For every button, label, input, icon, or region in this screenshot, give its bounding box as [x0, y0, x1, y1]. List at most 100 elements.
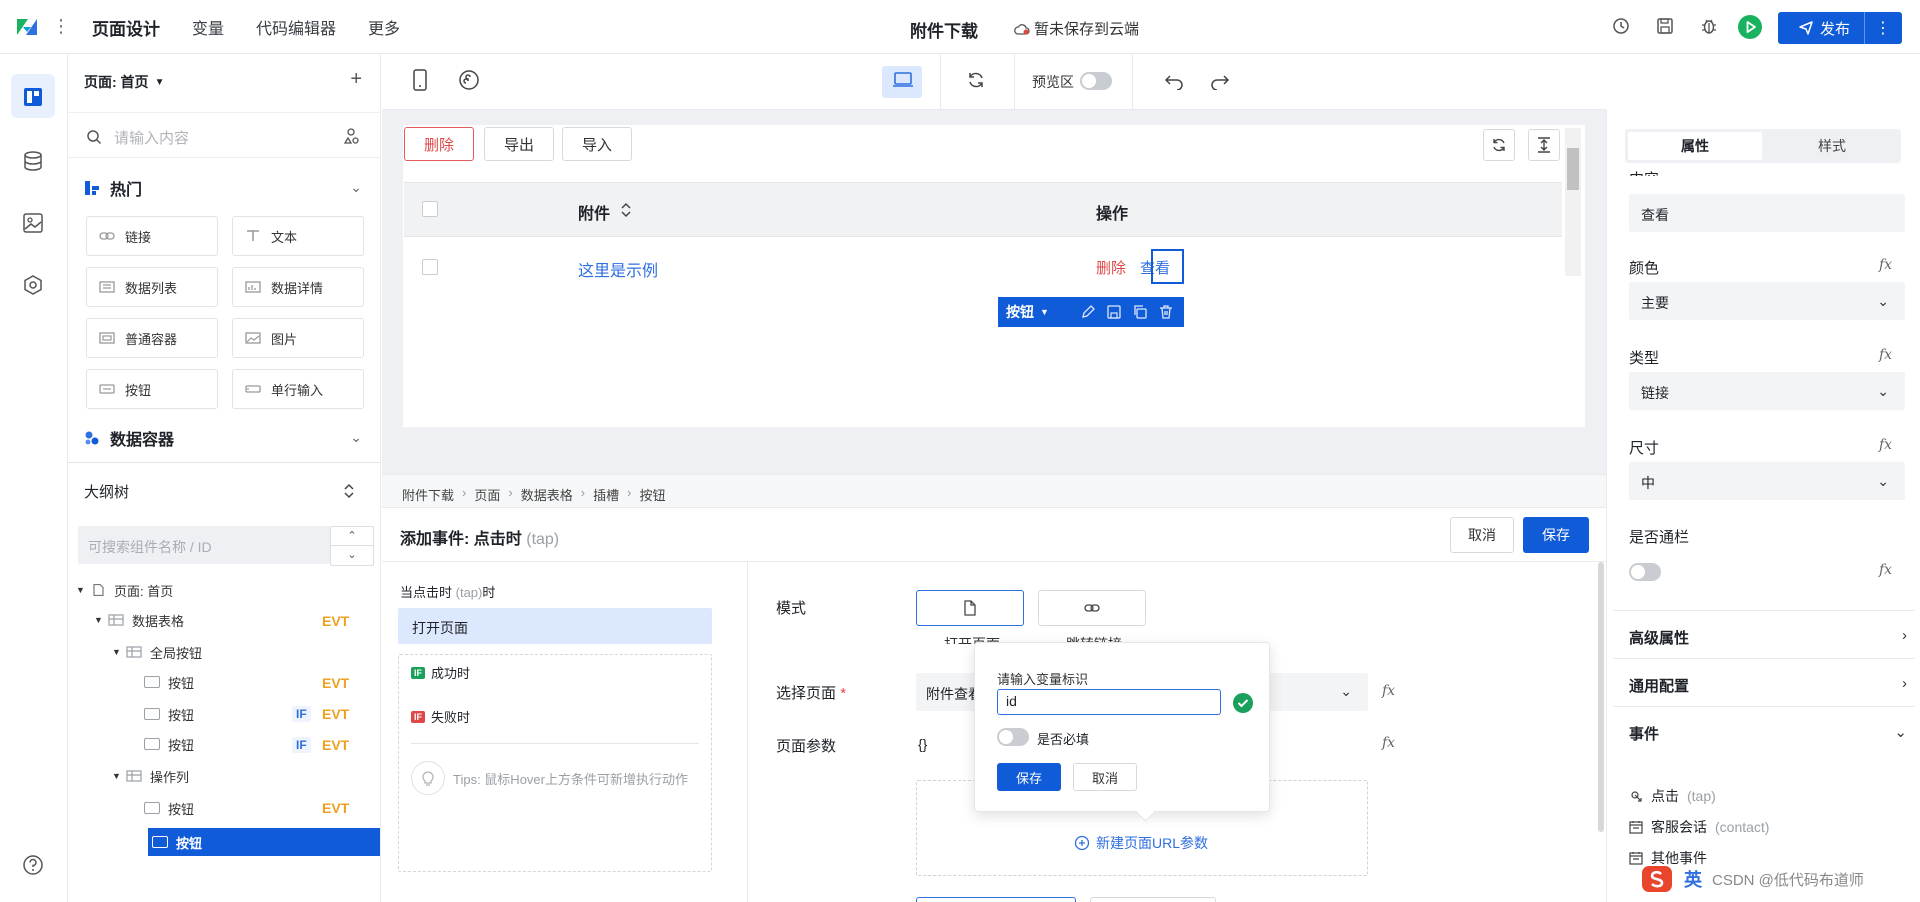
data-container-section-header[interactable]: 数据容器	[84, 426, 174, 450]
history-icon[interactable]	[1612, 17, 1630, 35]
run-preview-button[interactable]	[1738, 15, 1762, 39]
database-icon[interactable]	[22, 150, 44, 172]
edit-pencil-icon[interactable]	[1080, 304, 1096, 320]
size-select[interactable]: 中 ⌄	[1629, 462, 1905, 500]
fullwidth-toggle[interactable]	[1629, 563, 1661, 581]
variable-id-input[interactable]: id	[997, 689, 1221, 715]
nav-more[interactable]: 更多	[368, 15, 400, 39]
help-icon[interactable]	[22, 854, 44, 876]
trash-icon[interactable]	[1158, 304, 1174, 320]
component-single-input[interactable]: 单行输入	[232, 369, 364, 409]
popover-cancel-button[interactable]: 取消	[1073, 763, 1137, 791]
app-logo-icon[interactable]	[14, 15, 40, 39]
tab-styles[interactable]: 样式	[1765, 132, 1899, 160]
component-container[interactable]: 普通容器	[86, 318, 218, 358]
user-shapes-icon[interactable]	[342, 127, 360, 145]
confirm-check-icon[interactable]	[1233, 693, 1253, 713]
column-header-attachment[interactable]: 附件	[578, 200, 610, 224]
required-toggle[interactable]	[997, 728, 1029, 746]
export-button[interactable]: 导出	[484, 127, 554, 161]
component-image[interactable]: 图片	[232, 318, 364, 358]
nav-page-design[interactable]: 页面设计	[92, 15, 160, 40]
component-button[interactable]: 按钮	[86, 369, 218, 409]
undo-icon[interactable]	[1164, 72, 1184, 90]
fx-icon[interactable]: fx	[1879, 562, 1892, 578]
publish-more-icon[interactable]: ⋮	[1865, 18, 1902, 38]
mode-open-page-button[interactable]	[916, 590, 1024, 626]
delete-button[interactable]: 删除	[404, 127, 474, 161]
select-all-checkbox[interactable]	[422, 201, 438, 217]
nav-variables[interactable]: 变量	[192, 15, 224, 39]
advanced-section[interactable]: 高级属性 ›	[1613, 610, 1915, 658]
image-icon[interactable]	[22, 212, 44, 234]
breadcrumb-item[interactable]: 附件下载	[402, 485, 454, 504]
cut-off-primary-button[interactable]	[916, 897, 1076, 902]
debug-bug-icon[interactable]	[1700, 17, 1718, 35]
outline-nav-stepper[interactable]: ⌃ ⌄	[330, 526, 374, 566]
breadcrumb-item[interactable]: 数据表格	[521, 485, 573, 504]
tree-node-global-buttons[interactable]: ▼ 全局按钮	[112, 638, 202, 666]
tab-attributes[interactable]: 属性	[1628, 132, 1762, 160]
popover-save-button[interactable]: 保存	[997, 763, 1061, 791]
mini-program-icon[interactable]	[458, 69, 480, 91]
redo-icon[interactable]	[1210, 72, 1230, 90]
event-item-contact[interactable]: 客服会话 (contact)	[1629, 817, 1769, 837]
component-type-selector[interactable]: 按钮 ▼	[998, 302, 1068, 322]
data-container-chevron-icon[interactable]: ⌄	[350, 429, 362, 446]
tree-node-button[interactable]: 按钮	[144, 668, 194, 696]
search-input[interactable]: 请输入内容	[114, 127, 189, 148]
app-menu-icon[interactable]: ⋮	[52, 16, 70, 36]
stepper-down-icon[interactable]: ⌄	[331, 546, 373, 565]
hot-collapse-chevron-icon[interactable]: ⌄	[350, 179, 362, 196]
branch-fail[interactable]: IF 失败时	[411, 707, 470, 726]
component-text[interactable]: 文本	[232, 216, 364, 256]
component-data-detail[interactable]: 数据详情	[232, 267, 364, 307]
tree-node-button[interactable]: 按钮	[144, 730, 194, 758]
refresh-icon[interactable]	[966, 70, 986, 90]
tree-caret-icon[interactable]: ▼	[76, 585, 90, 595]
config-scrollbar[interactable]	[1598, 562, 1604, 832]
tree-node-button-selected[interactable]: 按钮	[152, 828, 202, 856]
fx-icon[interactable]: fx	[1382, 683, 1395, 699]
tree-node-button[interactable]: 按钮	[144, 794, 194, 822]
fx-icon[interactable]: fx	[1879, 257, 1892, 273]
stepper-up-icon[interactable]: ⌃	[331, 527, 373, 546]
nav-code-editor[interactable]: 代码编辑器	[256, 15, 336, 39]
tree-caret-icon[interactable]: ▼	[112, 647, 126, 657]
publish-label[interactable]: 发布	[1778, 18, 1864, 39]
sort-icon[interactable]	[620, 202, 632, 218]
copy-icon[interactable]	[1132, 304, 1148, 320]
save-icon[interactable]	[1656, 17, 1674, 35]
row-attachment-link[interactable]: 这里是示例	[578, 257, 658, 281]
type-select[interactable]: 链接 ⌄	[1629, 372, 1905, 410]
preview-toggle[interactable]	[1080, 72, 1112, 90]
expand-collapse-icon[interactable]	[342, 483, 356, 499]
tree-node-table[interactable]: ▼ 数据表格	[94, 606, 184, 634]
desktop-view-icon[interactable]	[892, 71, 914, 89]
table-refresh-button[interactable]	[1483, 129, 1515, 161]
cut-off-secondary-button[interactable]	[1090, 897, 1216, 902]
mobile-view-icon[interactable]	[412, 69, 428, 91]
new-url-param-button[interactable]: 新建页面URL参数	[1074, 833, 1208, 853]
action-open-page[interactable]: 打开页面	[398, 608, 712, 644]
common-config-section[interactable]: 通用配置 ›	[1613, 658, 1915, 706]
branch-success[interactable]: IF 成功时	[411, 663, 470, 682]
breadcrumb-item[interactable]: 插槽	[593, 485, 619, 504]
tree-node-action-column[interactable]: ▼ 操作列	[112, 762, 189, 790]
tree-node-button[interactable]: 按钮	[144, 700, 194, 728]
breadcrumb-item[interactable]: 按钮	[639, 485, 665, 504]
tree-caret-icon[interactable]: ▼	[112, 771, 126, 781]
tree-caret-icon[interactable]: ▼	[94, 615, 108, 625]
color-select[interactable]: 主要 ⌄	[1629, 282, 1905, 320]
table-density-button[interactable]	[1528, 129, 1560, 161]
outline-search-input[interactable]: 可搜索组件名称 / ID	[78, 526, 330, 564]
canvas-scrollbar-thumb[interactable]	[1567, 148, 1579, 190]
events-section[interactable]: 事件 ⌄	[1613, 706, 1915, 754]
row-delete-link[interactable]: 删除	[1096, 257, 1126, 278]
mode-jump-link-button[interactable]	[1038, 590, 1146, 626]
row-checkbox[interactable]	[422, 259, 438, 275]
import-button[interactable]: 导入	[562, 127, 632, 161]
page-layout-icon[interactable]	[22, 86, 44, 108]
tree-node-page[interactable]: ▼ 页面: 首页	[76, 576, 173, 604]
event-item-tap[interactable]: 点击 (tap)	[1629, 786, 1716, 806]
